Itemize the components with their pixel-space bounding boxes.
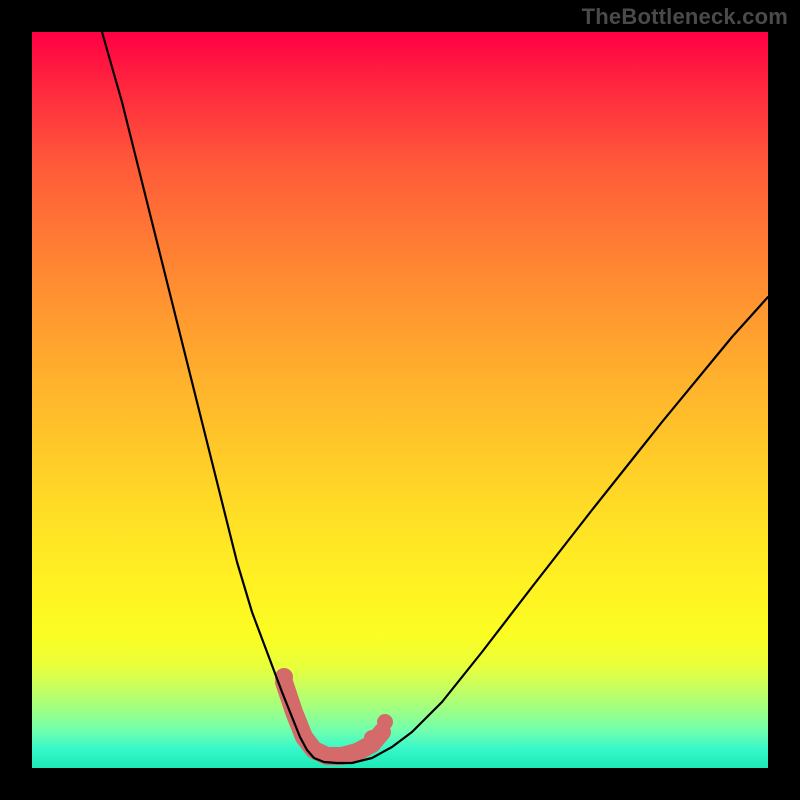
marker-dot-right-2 <box>377 714 393 730</box>
optimal-range-marker <box>284 682 382 756</box>
chart-frame: TheBottleneck.com <box>0 0 800 800</box>
marker-dot-right-1 <box>364 730 380 746</box>
plot-area <box>32 32 768 768</box>
chart-svg <box>32 32 768 768</box>
watermark-text: TheBottleneck.com <box>582 4 788 30</box>
bottleneck-curve <box>102 32 768 763</box>
